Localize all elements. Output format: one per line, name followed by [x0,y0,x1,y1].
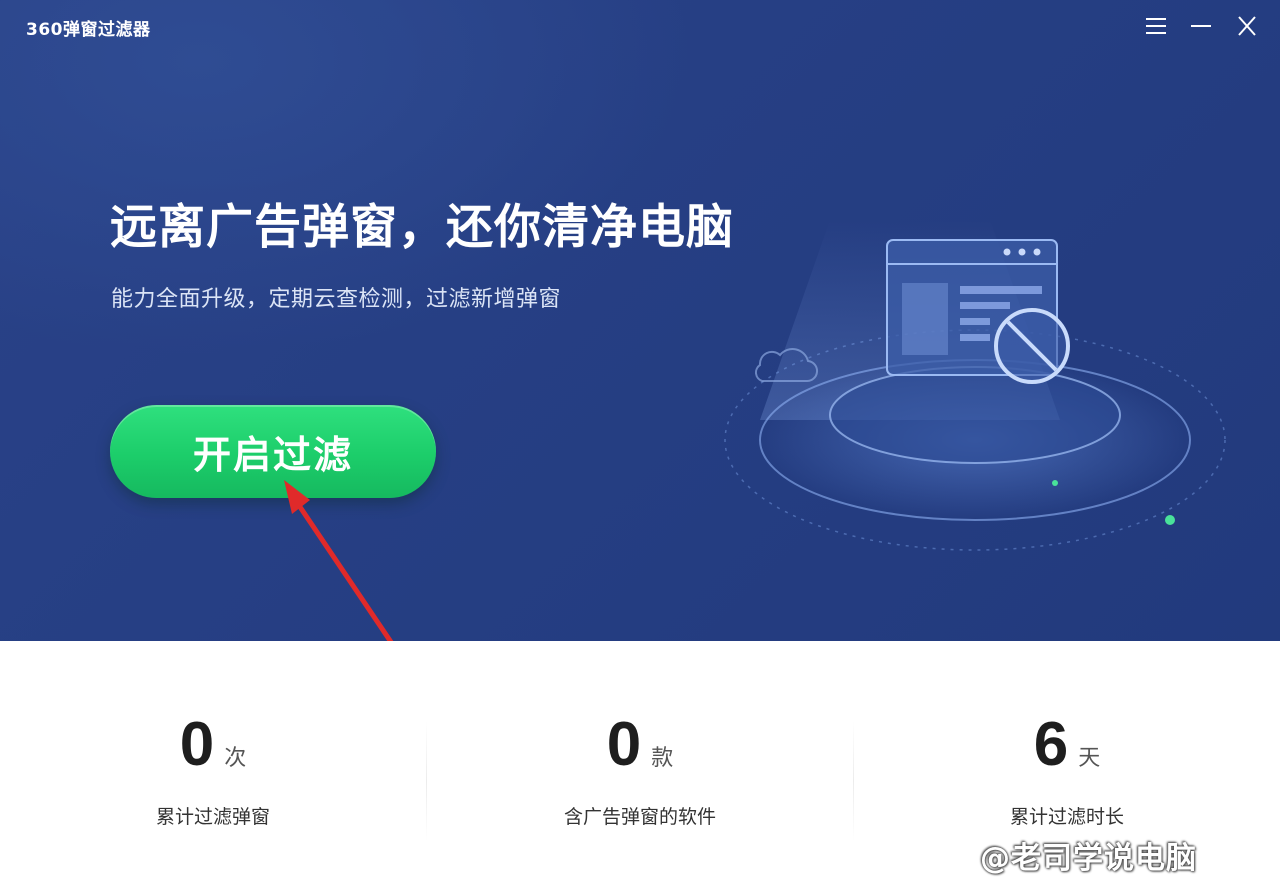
app-title: 360弹窗过滤器 [26,20,151,40]
hero-panel: 360弹窗过滤器 远离广告弹窗，还你清净电脑 能力全面升级，定期云查检测，过滤新… [0,0,1280,641]
stat-label: 含广告弹窗的软件 [563,806,716,828]
close-button[interactable] [1232,12,1262,40]
menu-icon [1146,18,1166,34]
stat-label: 累计过滤时长 [1009,806,1124,828]
close-icon [1238,16,1256,36]
stat-label: 累计过滤弹窗 [155,806,270,828]
stat-value: 0 [606,710,642,779]
blocked-window-illustration [700,200,1260,620]
stat-unit: 天 [1078,746,1101,771]
stat-ad-software: 0款 含广告弹窗的软件 [427,641,853,896]
popup-filter-window: 360弹窗过滤器 远离广告弹窗，还你清净电脑 能力全面升级，定期云查检测，过滤新… [0,0,1280,896]
minimize-button[interactable] [1186,12,1216,40]
minimize-icon [1191,25,1211,27]
stat-blocked-popups: 0次 累计过滤弹窗 [0,641,426,896]
subline: 能力全面升级，定期云查检测，过滤新增弹窗 [111,287,562,312]
start-filter-button[interactable]: 开启过滤 [110,405,436,498]
menu-button[interactable] [1141,12,1171,40]
stat-value: 6 [1033,710,1069,779]
watermark: @老司学说电脑 [980,841,1197,876]
stat-value: 0 [179,710,215,779]
stat-unit: 款 [651,746,674,771]
title-bar: 360弹窗过滤器 [0,0,1280,52]
stat-unit: 次 [224,746,247,771]
headline: 远离广告弹窗，还你清净电脑 [110,200,734,255]
